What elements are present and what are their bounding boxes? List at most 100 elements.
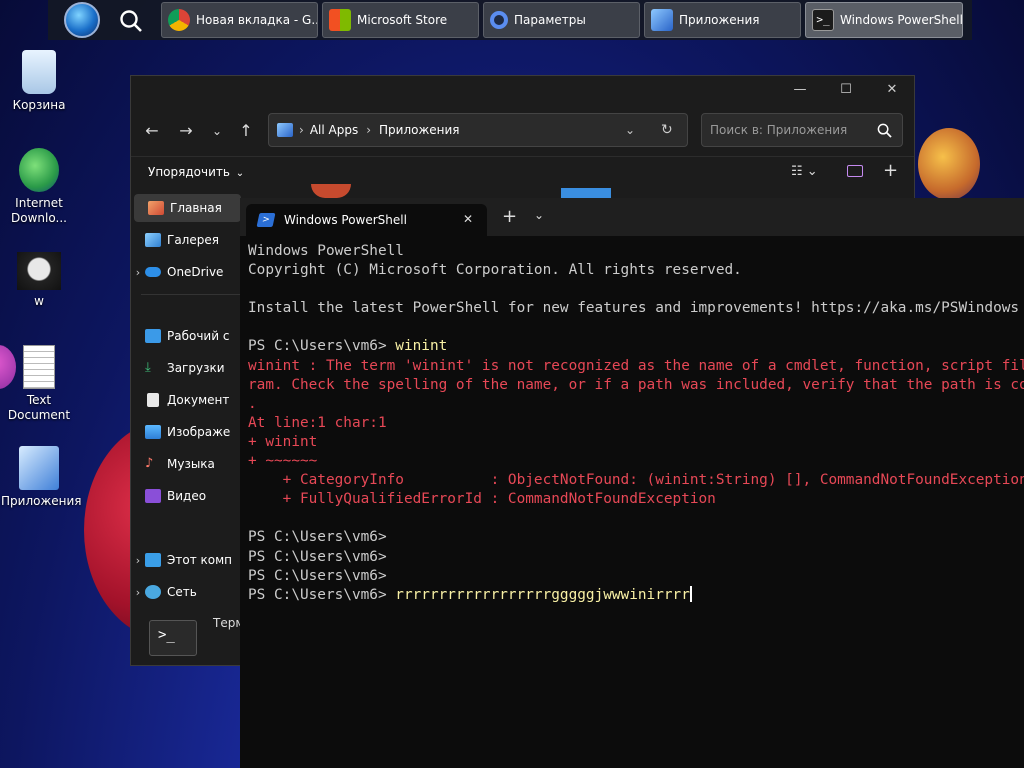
- taskbar-item-label: Параметры: [514, 13, 586, 27]
- terminal-line: + CategoryInfo : ObjectNotFound: (winint…: [248, 472, 1024, 489]
- terminal-line: ram. Check the spelling of the name, or …: [248, 376, 1024, 393]
- text-document-icon: [23, 345, 55, 389]
- app-tile-icon[interactable]: [311, 184, 351, 198]
- gallery-icon: [145, 233, 161, 247]
- sidebar-item-label: Главная: [170, 201, 222, 215]
- terminal-tab-bar: > Windows PowerShell ✕ + ⌄: [240, 198, 1024, 236]
- sidebar-divider: [141, 294, 241, 295]
- taskbar-item-label: Приложения: [679, 13, 760, 27]
- sidebar-item-home[interactable]: Главная: [134, 194, 241, 222]
- terminal-prompt: PS C:\Users\vm6>: [248, 529, 387, 546]
- terminal-app-icon[interactable]: >_: [149, 620, 197, 656]
- sidebar-item-label: Загрузки: [167, 361, 225, 375]
- sidebar-item-network[interactable]: › Сеть: [131, 578, 241, 606]
- terminal-line: Copyright (C) Microsoft Corporation. All…: [248, 262, 742, 279]
- add-icon[interactable]: +: [883, 160, 898, 181]
- breadcrumb-separator-icon: ›: [299, 123, 304, 137]
- chevron-right-icon[interactable]: ›: [131, 586, 145, 599]
- taskbar-item-chrome[interactable]: Новая вкладка - G...: [161, 2, 318, 38]
- chevron-down-icon[interactable]: ⌄: [625, 123, 635, 137]
- taskbar-item-label: Новая вкладка - G...: [196, 13, 318, 27]
- taskbar-item-settings[interactable]: Параметры: [483, 2, 640, 38]
- desktop-icon-label: Корзина: [12, 98, 66, 112]
- terminal-prompt: PS C:\Users\vm6>: [248, 586, 396, 603]
- forward-arrow-icon[interactable]: →: [175, 120, 197, 142]
- terminal-line: PS C:\Users\vm6> winint: [248, 337, 1024, 356]
- sidebar-item-documents[interactable]: Документ: [131, 386, 241, 414]
- details-pane-icon[interactable]: [847, 165, 863, 177]
- sidebar-item-label: Музыка: [167, 457, 215, 471]
- desktop-icon-recycle-bin[interactable]: Корзина: [1, 50, 77, 113]
- chevron-right-icon[interactable]: ›: [131, 554, 145, 567]
- idm-icon: [19, 148, 59, 192]
- chrome-icon: [168, 9, 190, 31]
- sidebar-item-onedrive[interactable]: › OneDrive: [131, 258, 241, 286]
- sidebar-item-label: Сеть: [167, 585, 197, 599]
- sidebar-item-label: Видео: [167, 489, 207, 503]
- start-button[interactable]: [64, 2, 100, 38]
- control-panel-icon: [19, 446, 59, 490]
- cloud-icon: [145, 267, 161, 277]
- sidebar-item-desktop[interactable]: Рабочий с: [131, 322, 241, 350]
- search-input[interactable]: Поиск в: Приложения: [701, 113, 903, 147]
- desktop-icon-idm[interactable]: Internet Downlo...: [1, 148, 77, 226]
- address-bar[interactable]: › All Apps › Приложения ⌄ ↻: [268, 113, 688, 147]
- sidebar-item-gallery[interactable]: Галерея: [131, 226, 241, 254]
- terminal-line: Install the latest PowerShell for new fe…: [248, 300, 1020, 317]
- view-options-icon[interactable]: ☷ ⌄: [791, 164, 818, 179]
- sidebar-item-label: Галерея: [167, 233, 219, 247]
- refresh-icon[interactable]: ↻: [661, 122, 673, 138]
- chevron-right-icon[interactable]: ›: [131, 266, 145, 279]
- desktop-icon-label: Text Document: [7, 393, 71, 422]
- tab-dropdown-icon[interactable]: ⌄: [534, 208, 544, 222]
- desktop-icon-apps[interactable]: Приложения: [1, 446, 82, 509]
- desktop-icon-w[interactable]: w: [1, 252, 77, 309]
- explorer-titlebar: — ☐ ✕: [131, 76, 914, 106]
- breadcrumb-item[interactable]: All Apps: [310, 123, 358, 137]
- chevron-down-icon: ⌄: [235, 168, 245, 179]
- sidebar-item-music[interactable]: ♪ Музыка: [131, 450, 241, 478]
- breadcrumb-item[interactable]: Приложения: [379, 123, 460, 137]
- face-image-icon: [17, 252, 61, 290]
- music-icon: ♪: [145, 456, 154, 471]
- taskbar-item-store[interactable]: Microsoft Store: [322, 2, 479, 38]
- taskbar-item-powershell[interactable]: >_ Windows PowerShell: [805, 2, 963, 38]
- sidebar-item-label: Этот комп: [167, 553, 233, 567]
- terminal-output[interactable]: Windows PowerShell Copyright (C) Microsof…: [248, 242, 1024, 768]
- sidebar-item-this-pc[interactable]: › Этот комп: [131, 546, 241, 574]
- home-icon: [148, 201, 164, 215]
- sort-button[interactable]: Упорядочить ⌄: [148, 165, 244, 179]
- maximize-icon[interactable]: ☐: [837, 82, 855, 100]
- up-arrow-icon[interactable]: ↑: [235, 120, 257, 142]
- sidebar-item-label: Документ: [167, 393, 230, 407]
- explorer-navbar: ← → ⌄ ↑ › All Apps › Приложения ⌄ ↻ Поис…: [131, 112, 914, 152]
- search-icon[interactable]: [118, 8, 144, 34]
- desktop-icon-text-document[interactable]: Text Document: [1, 345, 77, 423]
- recycle-bin-icon: [22, 50, 56, 94]
- document-icon: [147, 393, 159, 407]
- tab-powershell[interactable]: > Windows PowerShell ✕: [246, 204, 487, 236]
- breadcrumb-separator-icon: ›: [366, 123, 372, 137]
- sidebar-item-pictures[interactable]: Изображе: [131, 418, 241, 446]
- close-icon[interactable]: ✕: [883, 82, 901, 100]
- search-icon: [877, 123, 892, 138]
- terminal-line: + winint: [248, 433, 318, 450]
- close-tab-icon[interactable]: ✕: [463, 212, 473, 226]
- terminal-line: + FullyQualifiedErrorId : CommandNotFoun…: [248, 491, 716, 508]
- explorer-command-bar: Упорядочить ⌄ ☷ ⌄ +: [131, 156, 914, 188]
- sidebar-item-videos[interactable]: Видео: [131, 482, 241, 510]
- desktop-icon-label: Приложения: [1, 494, 82, 508]
- new-tab-icon[interactable]: +: [502, 206, 517, 227]
- sidebar-item-label: Рабочий с: [167, 329, 230, 343]
- network-icon: [145, 585, 161, 599]
- taskbar-item-label: Windows PowerShell: [840, 13, 963, 27]
- back-arrow-icon[interactable]: ←: [141, 120, 163, 142]
- taskbar-item-apps[interactable]: Приложения: [644, 2, 801, 38]
- sidebar-item-downloads[interactable]: ⤓ Загрузки: [131, 354, 241, 382]
- terminal-line: PS C:\Users\vm6> rrrrrrrrrrrrrrrrrrggggg…: [248, 585, 1024, 605]
- chevron-down-icon[interactable]: ⌄: [206, 120, 228, 142]
- app-tile-icon[interactable]: [561, 188, 611, 198]
- minimize-icon[interactable]: —: [791, 82, 809, 100]
